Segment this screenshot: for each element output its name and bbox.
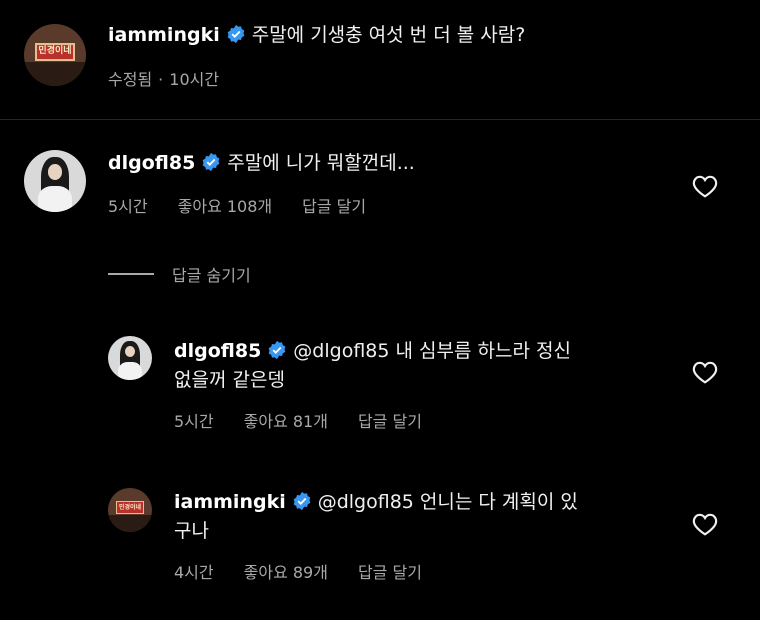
- reply2-text-line1: @dlgofl85 언니는 다 계획이 있: [317, 491, 578, 513]
- verified-icon: [227, 24, 245, 44]
- comment1-likes[interactable]: 좋아요 108개: [178, 197, 273, 216]
- reply2-avatar[interactable]: 민경이네: [108, 488, 152, 532]
- reply2-likes[interactable]: 좋아요 89개: [244, 563, 328, 582]
- edited-label: 수정됨: [108, 70, 153, 89]
- reply1-username[interactable]: dlgofl85: [174, 340, 261, 362]
- reply1-likes[interactable]: 좋아요 81개: [244, 412, 328, 431]
- comment1-avatar[interactable]: [24, 150, 86, 212]
- reply2-reply-button[interactable]: 답글 달기: [358, 563, 422, 582]
- reply2-line: iammingki @dlgofl85 언니는 다 계획이 있: [174, 489, 578, 515]
- reply1-line: dlgofl85 @dlgofl85 내 심부름 하느라 정신: [174, 338, 571, 364]
- reply1-text-line1: @dlgofl85 내 심부름 하느라 정신: [293, 340, 571, 362]
- reply2-text-line2: 구나: [174, 520, 209, 542]
- comment1-meta: 5시간 좋아요 108개 답글 달기: [108, 193, 396, 217]
- caption-username[interactable]: iammingki: [108, 24, 220, 46]
- caption-time: 10시간: [169, 70, 220, 89]
- reply2-username[interactable]: iammingki: [174, 491, 286, 513]
- reply1-meta: 5시간 좋아요 81개 답글 달기: [174, 408, 452, 432]
- verified-icon: [268, 340, 286, 360]
- reply1-text-line2: 없을꺼 같은뎅: [174, 369, 285, 391]
- heart-outline-icon[interactable]: [692, 512, 718, 536]
- caption-text: 주말에 기생충 여섯 번 더 볼 사람?: [251, 24, 526, 46]
- reply2-time: 4시간: [174, 563, 214, 582]
- avatar-sign-text: 민경이네: [115, 501, 145, 515]
- caption-avatar[interactable]: 민경이네: [24, 24, 86, 86]
- comment1-line: dlgofl85 주말에 니가 뭐할껀데...: [108, 150, 415, 176]
- reply1-time: 5시간: [174, 412, 214, 431]
- hide-replies-line: [108, 273, 154, 275]
- divider: [0, 119, 760, 120]
- caption-line: iammingki 주말에 기생충 여섯 번 더 볼 사람?: [108, 22, 525, 48]
- reply1-reply-button[interactable]: 답글 달기: [358, 412, 422, 431]
- caption-meta: 수정됨 · 10시간: [108, 66, 249, 90]
- avatar-shadow: [108, 515, 152, 532]
- avatar-shadow: [24, 62, 86, 86]
- comment1-username[interactable]: dlgofl85: [108, 152, 195, 174]
- heart-outline-icon[interactable]: [692, 174, 718, 198]
- avatar-body: [117, 361, 143, 380]
- verified-icon: [293, 491, 311, 511]
- avatar-body: [37, 185, 73, 212]
- avatar-face: [47, 163, 63, 180]
- heart-outline-icon[interactable]: [692, 360, 718, 384]
- hide-replies-button[interactable]: 답글 숨기기: [172, 262, 251, 286]
- verified-icon: [202, 152, 220, 172]
- meta-separator: ·: [158, 70, 164, 89]
- reply1-avatar[interactable]: [108, 336, 152, 380]
- reply2-meta: 4시간 좋아요 89개 답글 달기: [174, 559, 452, 583]
- comment1-reply-button[interactable]: 답글 달기: [302, 197, 366, 216]
- comment1-time: 5시간: [108, 197, 148, 216]
- avatar-sign-text: 민경이네: [35, 42, 75, 62]
- comment1-text: 주말에 니가 뭐할껀데...: [227, 152, 415, 174]
